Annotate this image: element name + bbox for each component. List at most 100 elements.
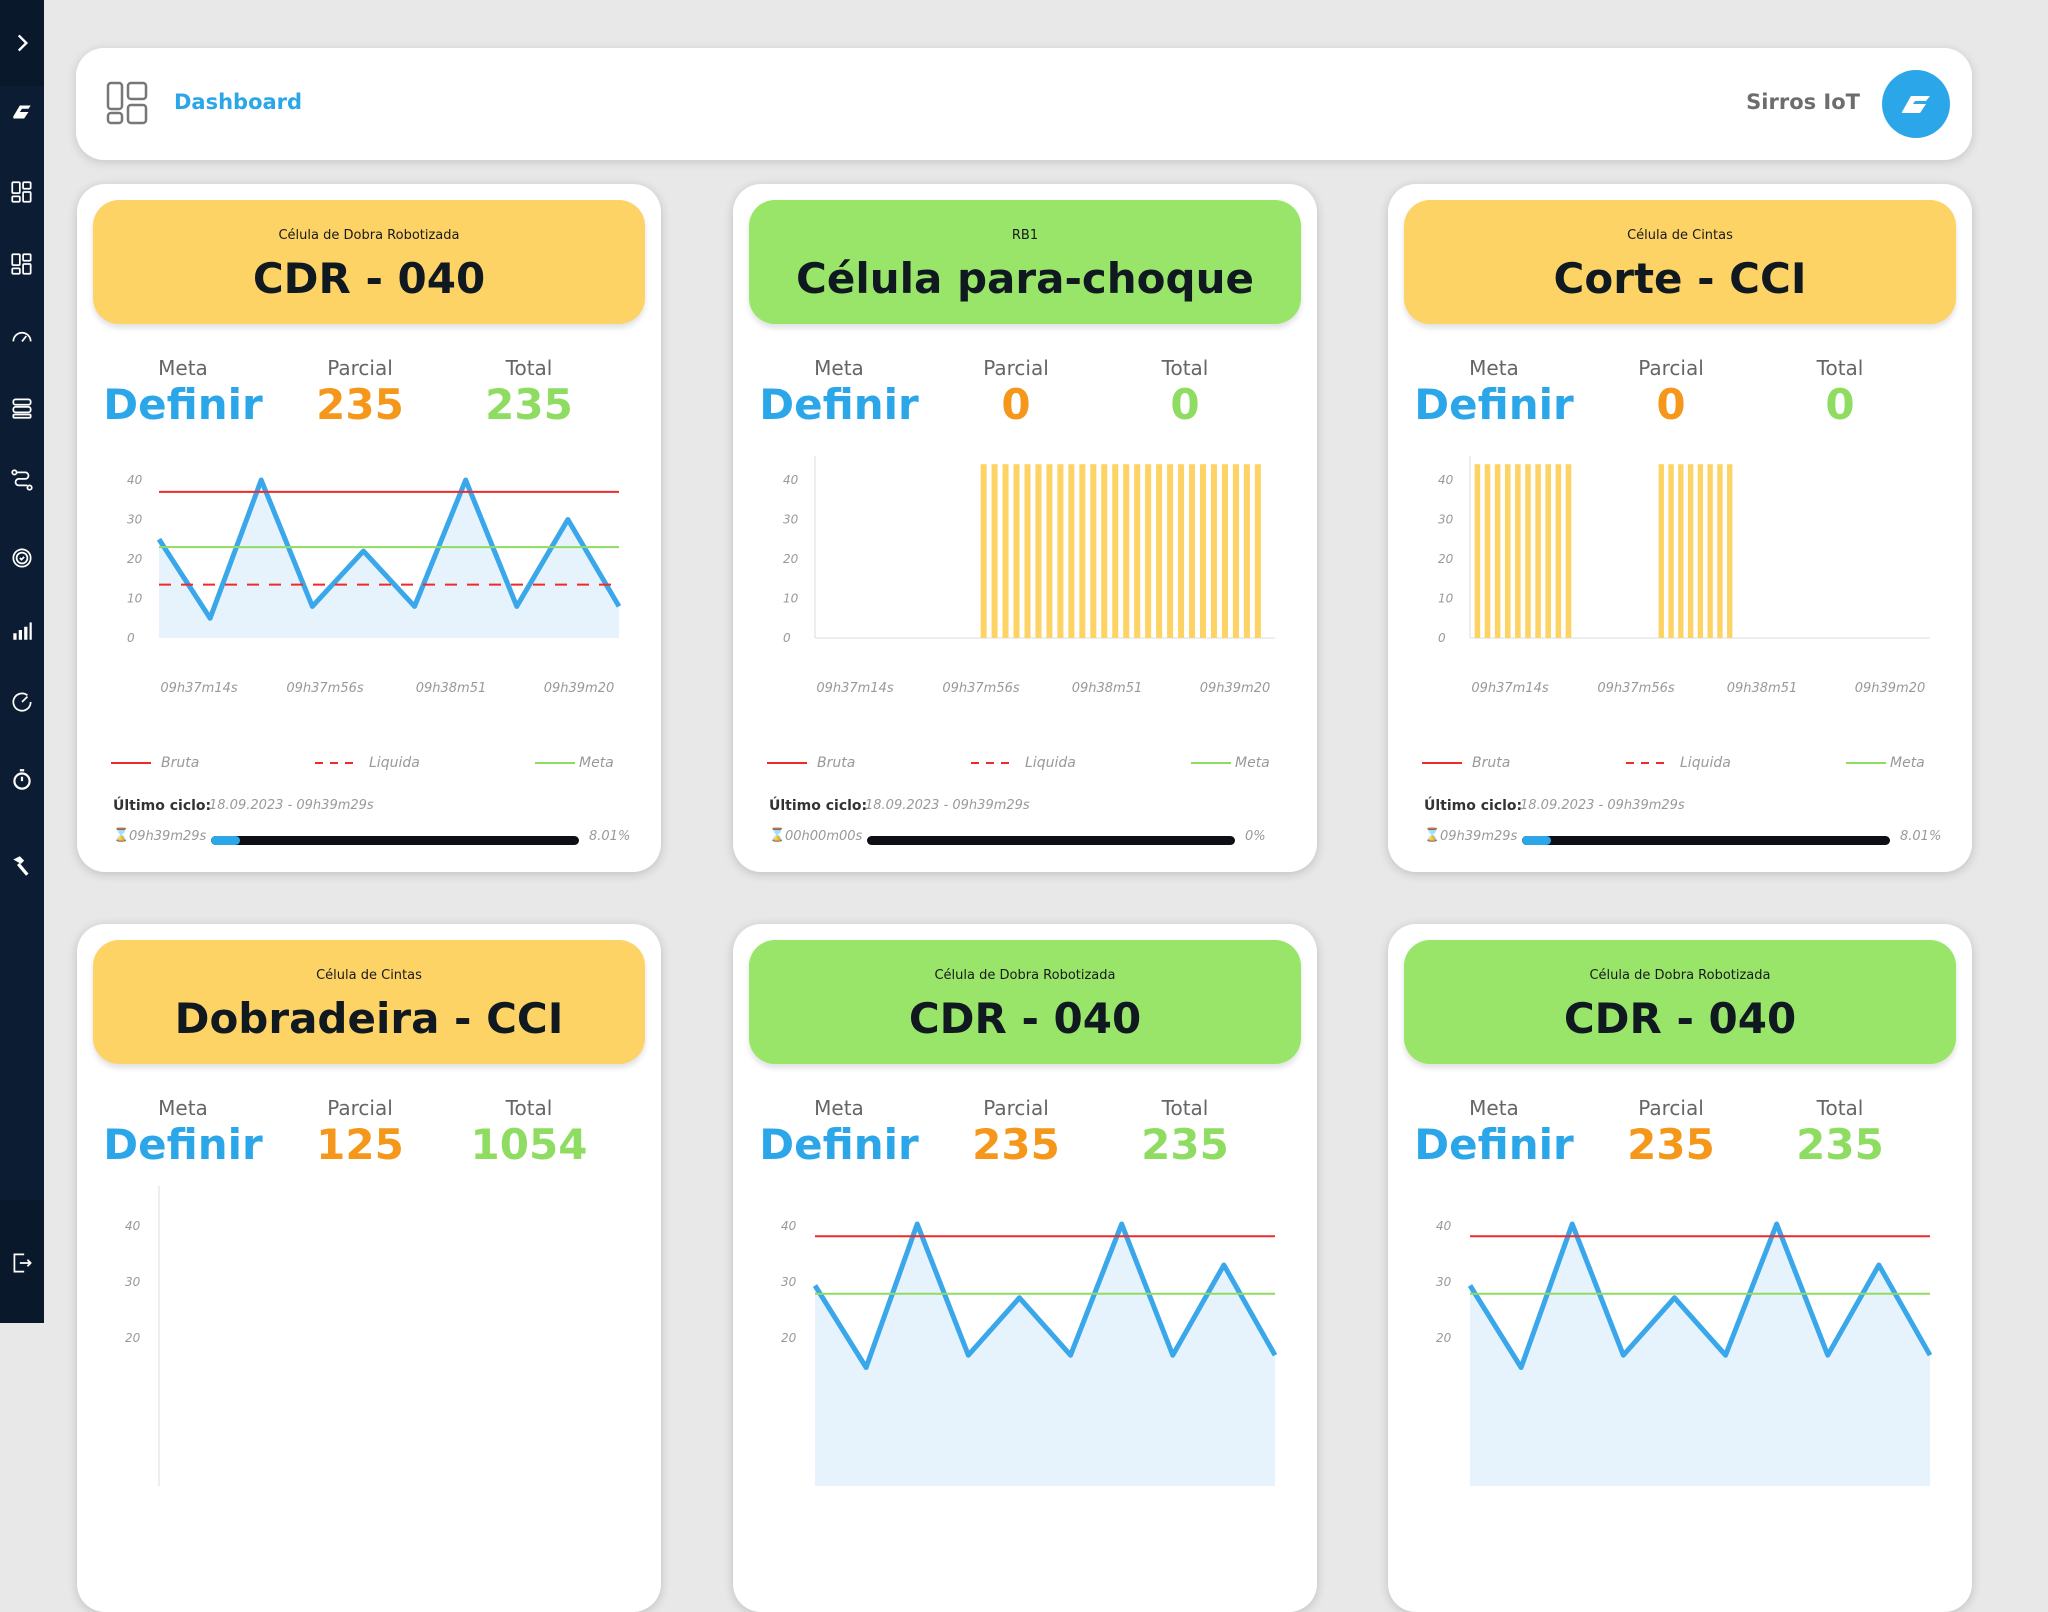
hammer-icon[interactable] (8, 852, 36, 880)
chart-bar (1254, 464, 1261, 638)
chart-bar (1484, 464, 1491, 638)
stat-label-total: Total (505, 356, 553, 380)
machine-card[interactable]: Célula de Dobra Robotizada CDR - 040 Meta D… (1388, 924, 1972, 1612)
production-chart: 0 10 20 30 40 09h37m14s 09h37m56s 09h38m51 09h39… (127, 473, 622, 696)
stat-value-total: 235 (1141, 1120, 1229, 1169)
chart-bar (1727, 464, 1733, 638)
stat-value-parcial: 0 (1001, 380, 1031, 429)
production-chart: 0 10 20 30 40 09h37m14s 09h37m56s 09h38m51 09h39… (783, 456, 1275, 696)
stat-label-meta: Meta (158, 356, 208, 380)
stat-label-parcial: Parcial (983, 356, 1049, 380)
gauge-icon[interactable] (8, 322, 36, 350)
chart-bar (1525, 464, 1531, 638)
speedometer-icon[interactable] (8, 688, 36, 716)
chart-bar (1167, 464, 1174, 638)
expand-chevron-icon[interactable] (8, 29, 36, 57)
stat-value-meta[interactable]: Definir (1404, 1120, 1584, 1169)
production-chart: 40 30 20 (781, 1219, 1278, 1486)
chart-bar (1678, 464, 1684, 638)
stat-label-meta: Meta (814, 356, 864, 380)
card-subtitle: Célula de Dobra Robotizada (278, 228, 460, 243)
card-banner: Célula de Cintas Corte - CCI (1404, 200, 1956, 324)
elapsed-time: 09h39m29s (129, 829, 207, 844)
card-banner: Célula de Dobra Robotizada CDR - 040 (93, 200, 645, 324)
y-tick-label: 40 (127, 473, 143, 487)
y-tick-label: 10 (1438, 592, 1454, 606)
stat-label-total: Total (505, 1096, 553, 1120)
x-tick-label: 09h38m51 (416, 681, 487, 696)
chart-bar (1515, 464, 1521, 638)
legend-swatch (111, 762, 151, 764)
stat-value-meta[interactable]: Definir (93, 1120, 273, 1169)
chart-bar (1697, 464, 1704, 638)
card-title: CDR - 040 (252, 254, 486, 303)
chart-bar (1024, 464, 1031, 638)
chart-bar (1156, 464, 1163, 638)
legend-label: Meta (579, 755, 614, 771)
sidebar (0, 0, 44, 1323)
card-banner: Célula de Dobra Robotizada CDR - 040 (1404, 940, 1956, 1064)
stat-value-meta[interactable]: Definir (749, 380, 929, 429)
stat-value-meta[interactable]: Definir (749, 1120, 929, 1169)
chart-bar (1535, 464, 1541, 638)
card-subtitle: RB1 (1011, 228, 1039, 243)
x-tick-label: 09h37m14s (160, 681, 238, 696)
machine-card[interactable]: Célula de Dobra Robotizada CDR - 040 Meta D… (77, 184, 661, 872)
x-tick-label: 09h39m20 (1200, 681, 1271, 696)
chart-bar (1046, 464, 1053, 638)
page-title[interactable]: Dashboard (174, 90, 302, 114)
gear-check-icon[interactable] (8, 544, 36, 572)
x-tick-label: 09h37m56s (942, 681, 1020, 696)
dashboard-icon[interactable] (8, 178, 36, 206)
brand-name: Sirros IoT (1746, 90, 1860, 114)
legend-swatch (1422, 762, 1462, 764)
y-tick-label: 40 (1436, 1219, 1452, 1233)
legend-label: Bruta (817, 755, 856, 771)
progress-bar (867, 836, 1235, 845)
card-subtitle: Célula de Cintas (1627, 228, 1733, 243)
machine-card[interactable]: Célula de Dobra Robotizada CDR - 040 Meta D… (733, 924, 1317, 1612)
y-tick-label: 20 (1436, 1331, 1452, 1345)
y-tick-label: 30 (125, 1275, 141, 1289)
series-area (815, 1224, 1275, 1486)
sirros-logo-icon[interactable] (8, 98, 36, 126)
stat-value-meta[interactable]: Definir (1404, 380, 1584, 429)
chart-bar (1145, 464, 1152, 638)
card-subtitle: Célula de Cintas (316, 968, 422, 983)
production-chart: 40 30 20 (1436, 1219, 1933, 1486)
legend-label: Liquida (1680, 755, 1731, 771)
stat-label-parcial: Parcial (1638, 1096, 1704, 1120)
card-title: CDR - 040 (1563, 994, 1797, 1043)
chart-bar (1123, 464, 1130, 638)
server-icon[interactable] (8, 394, 36, 422)
legend-label: Meta (1235, 755, 1270, 771)
chart-bar (1658, 464, 1664, 638)
route-icon[interactable] (8, 466, 36, 494)
elapsed-time: 00h00m00s (785, 829, 863, 844)
chart-bar (1079, 464, 1086, 638)
y-tick-label: 40 (783, 473, 799, 487)
series-area (1470, 1224, 1930, 1486)
y-tick-label: 30 (127, 513, 143, 527)
dashboard-alt-icon[interactable] (8, 250, 36, 278)
chart-bar (1545, 464, 1552, 638)
chart-bar (980, 464, 987, 638)
stopwatch-icon[interactable] (8, 766, 36, 794)
machine-card[interactable]: RB1 Célula para-choque Meta Definir Parcial 0… (733, 184, 1317, 872)
bar-chart-icon[interactable] (8, 616, 36, 644)
stat-label-total: Total (1816, 356, 1864, 380)
last-cycle-value: 18.09.2023 - 09h39m29s (209, 798, 374, 813)
y-tick-label: 20 (1438, 552, 1454, 566)
y-tick-label: 20 (125, 1331, 141, 1345)
card-banner: Célula de Dobra Robotizada CDR - 040 (749, 940, 1301, 1064)
sirros-logo[interactable] (1882, 70, 1950, 138)
chart-bar (1134, 464, 1141, 638)
machine-card[interactable]: Célula de Cintas Corte - CCI Meta Definir Pa… (1388, 184, 1972, 872)
stat-value-meta[interactable]: Definir (93, 380, 273, 429)
logout-icon[interactable] (8, 1249, 36, 1277)
machine-card[interactable]: Célula de Cintas Dobradeira - CCI Meta Defi… (77, 924, 661, 1612)
stat-label-total: Total (1816, 1096, 1864, 1120)
last-cycle-label: Último ciclo: (769, 798, 868, 814)
card-title: Célula para-choque (796, 254, 1254, 303)
x-tick-label: 09h38m51 (1072, 681, 1143, 696)
